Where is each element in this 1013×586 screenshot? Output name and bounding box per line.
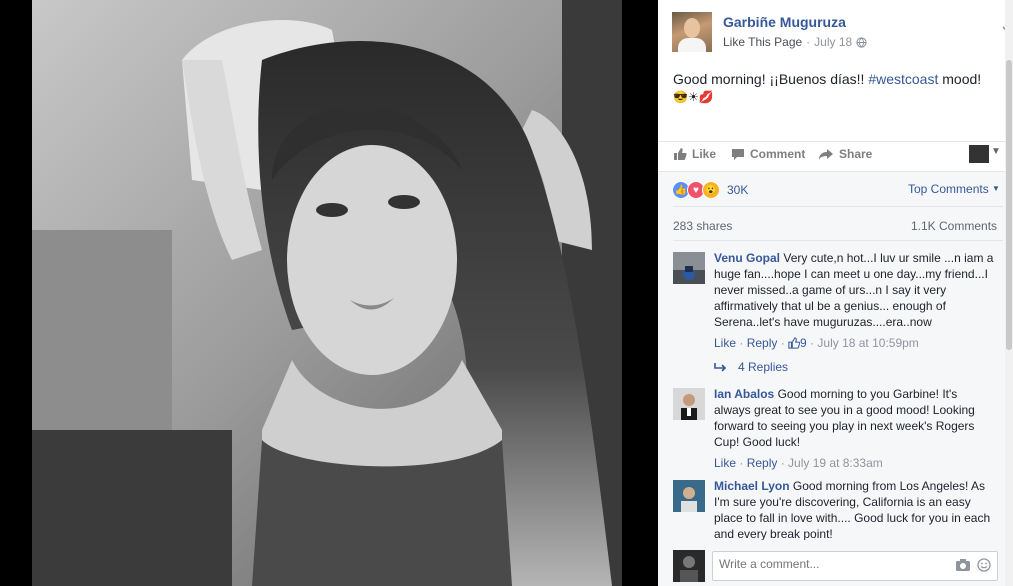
- commenter-avatar[interactable]: [673, 252, 705, 284]
- replies-label: 4 Replies: [738, 360, 789, 374]
- separator-dot: ·: [806, 35, 811, 49]
- page-avatar[interactable]: [672, 12, 712, 52]
- current-user-photo: [673, 550, 705, 582]
- post-panel: Garbiñe Muguruza Like This Page · July 18 …: [658, 0, 1013, 586]
- commenter-photo: [673, 252, 705, 284]
- commenter-photo: [673, 480, 705, 512]
- comment-actions: Like · Reply · July 19 at 8:33am: [714, 456, 883, 470]
- thumbs-up-icon: [674, 148, 687, 160]
- commenter-name[interactable]: Venu Gopal: [714, 251, 780, 265]
- caret-down-icon: ▼: [992, 184, 1000, 193]
- comment-time[interactable]: July 19 at 8:33am: [788, 456, 883, 470]
- commenter-photo: [673, 388, 705, 420]
- comment-sort-dropdown[interactable]: Top Comments ▼: [908, 182, 1000, 196]
- comment-composer: [673, 547, 1003, 583]
- comment-input-box[interactable]: [712, 551, 998, 581]
- like-page-link[interactable]: Like This Page: [723, 35, 802, 49]
- view-replies-link[interactable]: 4 Replies: [714, 360, 788, 374]
- comment-like-link[interactable]: Like: [714, 456, 736, 470]
- left-black-bar: [0, 0, 32, 586]
- post-text-part: mood!: [938, 71, 982, 87]
- action-bar: Like Comment Share ▼: [673, 143, 1003, 167]
- comment-actions: Like · Reply · 9 · July 18 at 10:59pm: [714, 336, 919, 350]
- thumbs-up-outline-icon: [788, 337, 801, 349]
- comment-count[interactable]: 1.1K Comments: [911, 219, 997, 233]
- portrait-image: [32, 0, 622, 586]
- commenter-avatar[interactable]: [673, 388, 705, 420]
- comment-like-link[interactable]: Like: [714, 336, 736, 350]
- post-meta: Like This Page · July 18: [723, 35, 867, 49]
- commenter-name[interactable]: Ian Abalos: [714, 387, 774, 401]
- post-text-part: Good morning! ¡¡Buenos días!!: [673, 71, 869, 87]
- emoji-smile-icon[interactable]: [977, 558, 991, 572]
- share-arrow-icon: [819, 148, 833, 160]
- post-header: Garbiñe Muguruza Like This Page · July 18: [672, 12, 1013, 52]
- caret-down-icon[interactable]: ▼: [991, 146, 1001, 157]
- avatar-shirt: [678, 38, 706, 52]
- globe-icon: [856, 37, 867, 48]
- scrollbar-track[interactable]: [1005, 0, 1013, 586]
- post-emojis: 😎☀💋: [673, 90, 714, 104]
- share-button[interactable]: Share: [818, 147, 872, 161]
- like-label: Like: [692, 147, 717, 161]
- reaction-summary[interactable]: 👍 ♥ 😮 30K: [672, 180, 748, 200]
- comment-reply-link[interactable]: Reply: [747, 336, 778, 350]
- divider: [658, 141, 1005, 142]
- comment-bubble-icon: [732, 148, 744, 160]
- current-user-avatar[interactable]: [673, 550, 705, 582]
- reply-arrow-icon: [714, 363, 727, 372]
- like-button[interactable]: Like: [673, 147, 716, 161]
- page-name[interactable]: Garbiñe Muguruza: [723, 14, 846, 30]
- post-text: Good morning! ¡¡Buenos días!! #westcoast…: [673, 70, 1003, 88]
- camera-icon[interactable]: [955, 558, 971, 572]
- scrollbar-thumb[interactable]: [1006, 60, 1012, 350]
- share-count[interactable]: 283 shares: [673, 219, 732, 233]
- post-photo[interactable]: [32, 0, 622, 586]
- comment-input[interactable]: [717, 556, 951, 572]
- divider: [673, 240, 1003, 241]
- viewer-avatar[interactable]: [969, 145, 989, 163]
- commenter-name[interactable]: Michael Lyon: [714, 480, 790, 493]
- comment-label: Comment: [750, 147, 806, 161]
- post-date[interactable]: July 18: [814, 35, 852, 49]
- divider: [673, 206, 1003, 207]
- avatar-face: [684, 18, 700, 38]
- hashtag-link[interactable]: #westcoast: [868, 71, 938, 87]
- comment-reply-link[interactable]: Reply: [747, 456, 778, 470]
- comment-like-count[interactable]: 9: [800, 336, 807, 350]
- comment-body: Venu Gopal Very cute,n hot...I luv ur sm…: [714, 250, 994, 330]
- reaction-count[interactable]: 30K: [727, 183, 748, 197]
- share-label: Share: [839, 147, 873, 161]
- wow-reaction-icon: 😮: [702, 181, 720, 199]
- sort-label: Top Comments: [908, 182, 989, 196]
- center-black-bar: [622, 0, 658, 586]
- comment-time[interactable]: July 18 at 10:59pm: [817, 336, 918, 350]
- comment-body: Ian Abalos Good morning to you Garbine! …: [714, 386, 994, 450]
- comment-body: Michael Lyon Good morning from Los Angel…: [714, 480, 993, 540]
- commenter-avatar[interactable]: [673, 480, 705, 512]
- comment-item: Michael Lyon Good morning from Los Angel…: [673, 480, 993, 540]
